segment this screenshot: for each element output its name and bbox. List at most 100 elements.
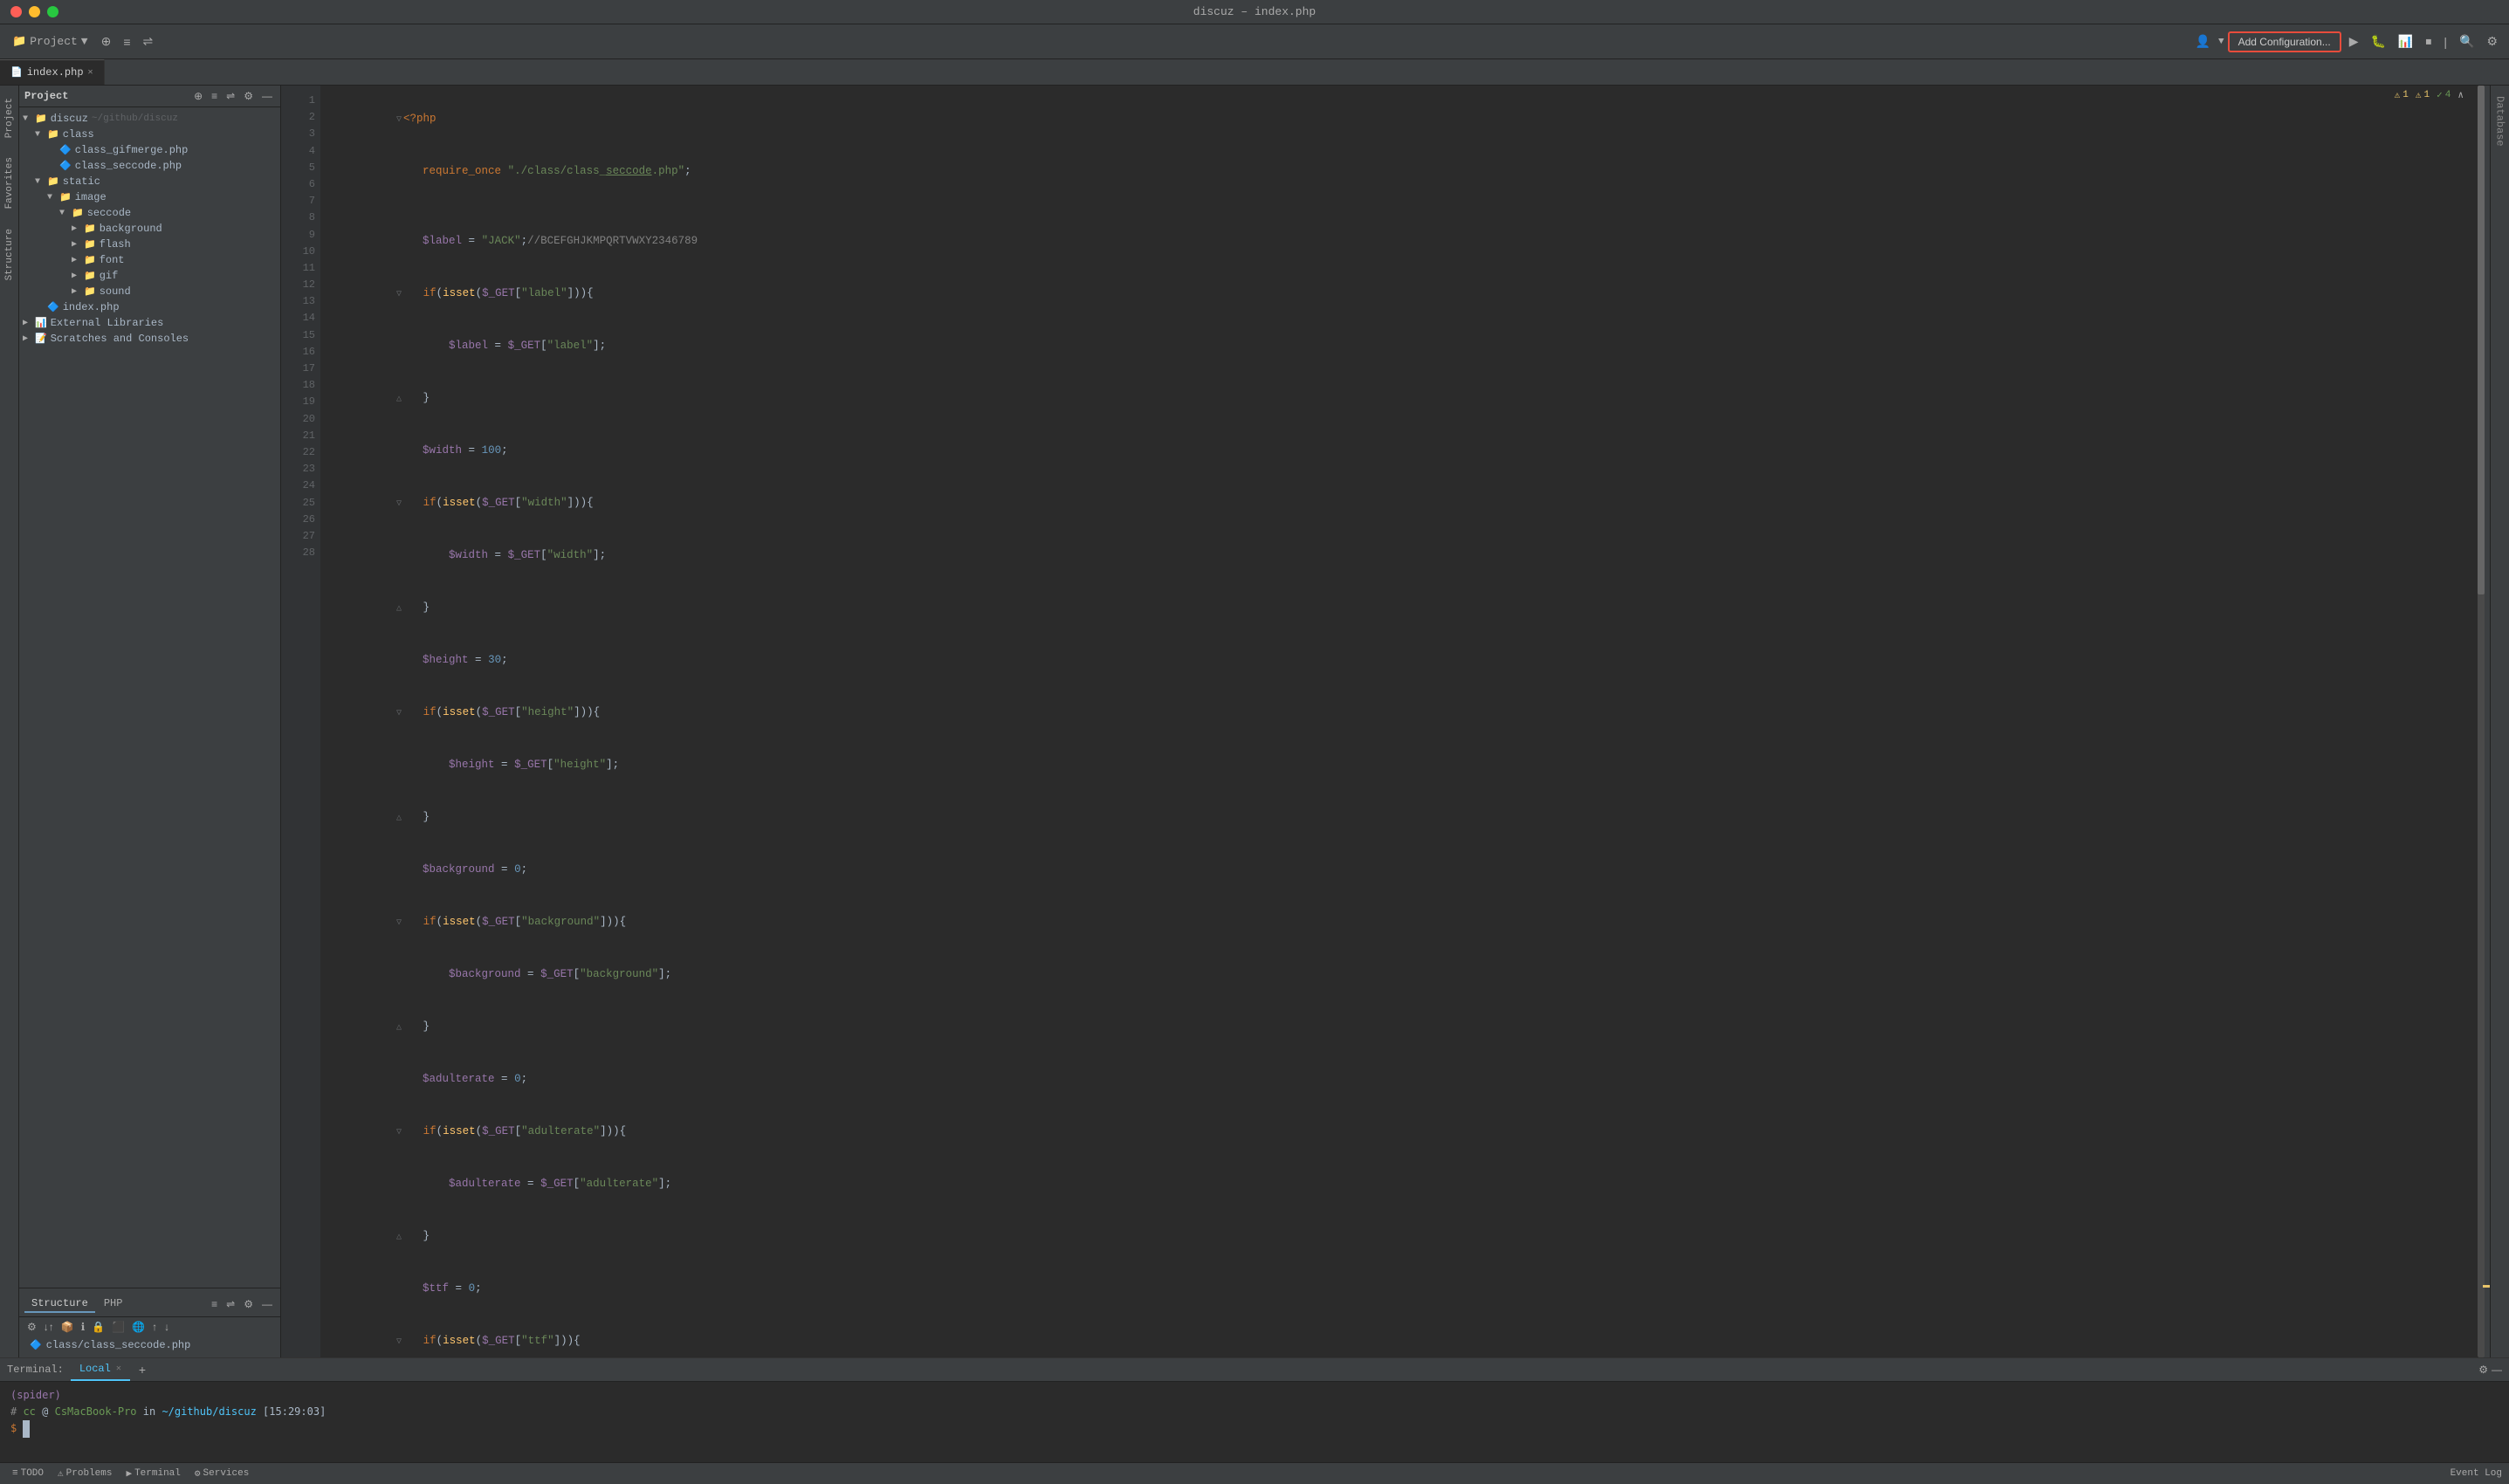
new-terminal-tab-button[interactable]: + bbox=[134, 1361, 151, 1378]
fold-btn-19[interactable]: △ bbox=[396, 1023, 402, 1033]
tree-scratches[interactable]: ▶ 📝 Scratches and Consoles bbox=[19, 331, 280, 347]
project-dropdown[interactable]: 📁 Project ▼ bbox=[7, 33, 93, 50]
run-arrow-icon[interactable]: ▶ bbox=[2345, 31, 2363, 52]
settings-icon[interactable]: ⚙ bbox=[241, 89, 256, 103]
struct-icon-6[interactable]: ⬛ bbox=[109, 1319, 127, 1335]
debug-icon[interactable]: 🐛 bbox=[2366, 31, 2389, 52]
window-title: discuz – index.php bbox=[1193, 5, 1316, 18]
structure-file-item[interactable]: 🔷 class/class_seccode.php bbox=[19, 1336, 280, 1354]
minimize-panel-icon[interactable]: — bbox=[259, 89, 275, 103]
event-log-button[interactable]: Event Log bbox=[2451, 1468, 2502, 1479]
expand-all-icon[interactable]: ⇌ bbox=[223, 89, 237, 103]
scrollbar-track[interactable] bbox=[2478, 86, 2485, 1357]
struct-icon-4[interactable]: ℹ bbox=[79, 1319, 88, 1335]
terminal-content[interactable]: (spider) # cc @ CsMacBook-Pro in ~/githu… bbox=[0, 1382, 2509, 1462]
tree-folder-gif[interactable]: ▶ 📁 gif bbox=[19, 268, 280, 284]
tab-structure[interactable]: Structure bbox=[24, 1295, 95, 1313]
tree-folder-seccode[interactable]: ▼ 📁 seccode bbox=[19, 205, 280, 221]
struct-icon-3[interactable]: 📦 bbox=[58, 1319, 77, 1335]
tree-folder-background[interactable]: ▶ 📁 background bbox=[19, 221, 280, 237]
tree-root-discuz[interactable]: ▼ 📁 discuz ~/github/discuz bbox=[19, 111, 280, 127]
code-line-5: ▽ if(isset($_GET["label"])){ bbox=[331, 267, 2478, 319]
tree-external-libraries[interactable]: ▶ 📊 External Libraries bbox=[19, 315, 280, 331]
fold-btn-13[interactable]: ▽ bbox=[396, 709, 402, 718]
left-tab-favorites[interactable]: Favorites bbox=[3, 148, 17, 217]
event-log-label: Event Log bbox=[2451, 1468, 2502, 1479]
warning-badge-1[interactable]: ⚠ 1 bbox=[2395, 89, 2409, 101]
collapse-icon[interactable]: ∧ bbox=[2457, 89, 2464, 101]
scrollbar-thumb[interactable] bbox=[2478, 86, 2485, 594]
add-configuration-button[interactable]: Add Configuration... bbox=[2228, 31, 2341, 52]
tab-close-icon[interactable]: ✕ bbox=[88, 67, 93, 78]
minimize-button[interactable] bbox=[29, 6, 40, 17]
tab-php[interactable]: PHP bbox=[97, 1295, 130, 1313]
struct-icon-8[interactable]: ↑ bbox=[149, 1319, 160, 1335]
run-profile-dropdown[interactable]: ▼ bbox=[2218, 37, 2224, 47]
services-label: Services bbox=[203, 1468, 250, 1479]
warning-badge-2[interactable]: ⚠ 1 bbox=[2416, 89, 2430, 101]
tree-file-seccode[interactable]: 🔷 class_seccode.php bbox=[19, 158, 280, 174]
struct-icon-9[interactable]: ↓ bbox=[162, 1319, 172, 1335]
status-services[interactable]: ⚙ Services bbox=[189, 1467, 254, 1480]
status-todo[interactable]: ≡ TODO bbox=[7, 1468, 49, 1479]
fold-btn-25[interactable]: ▽ bbox=[396, 1337, 402, 1347]
maximize-button[interactable] bbox=[47, 6, 58, 17]
new-file-icon[interactable]: ⊕ bbox=[191, 89, 205, 103]
struct-icon-7[interactable]: 🌐 bbox=[129, 1319, 148, 1335]
navigate-forward-icon[interactable]: ≡ bbox=[119, 32, 134, 52]
tab-label: index.php bbox=[27, 66, 84, 79]
left-tab-structure[interactable]: Structure bbox=[3, 220, 17, 289]
navigate-back-icon[interactable]: ⊕ bbox=[97, 31, 116, 52]
tree-file-gifmerge[interactable]: 🔷 class_gifmerge.php bbox=[19, 142, 280, 158]
left-tab-project[interactable]: Project bbox=[3, 89, 17, 147]
fold-btn-15[interactable]: △ bbox=[396, 814, 402, 823]
structure-filter-icon[interactable]: ⇌ bbox=[223, 1297, 237, 1311]
struct-icon-1[interactable]: ⚙ bbox=[24, 1319, 39, 1335]
right-tab-database[interactable]: Database bbox=[2494, 93, 2506, 150]
user-icon[interactable]: 👤 bbox=[2191, 31, 2215, 52]
line-num-2: 2 bbox=[286, 109, 315, 126]
right-gutter bbox=[2478, 86, 2490, 1357]
tree-folder-flash[interactable]: ▶ 📁 flash bbox=[19, 237, 280, 252]
terminal-settings-icon[interactable]: ⚙ bbox=[2478, 1364, 2488, 1376]
vcs-icon[interactable]: ⚙ bbox=[2482, 31, 2502, 52]
status-problems[interactable]: ⚠ Problems bbox=[52, 1467, 117, 1480]
tree-folder-sound[interactable]: ▶ 📁 sound bbox=[19, 284, 280, 299]
recent-files-icon[interactable]: ⇌ bbox=[139, 31, 158, 52]
fold-btn-21[interactable]: ▽ bbox=[396, 1128, 402, 1137]
search-icon[interactable]: 🔍 bbox=[2455, 31, 2478, 52]
stop-icon[interactable]: ⏹ bbox=[2421, 31, 2436, 52]
structure-sort-icon[interactable]: ≡ bbox=[209, 1297, 220, 1311]
fold-btn-23[interactable]: △ bbox=[396, 1233, 402, 1242]
run-with-coverage-icon[interactable]: 📊 bbox=[2394, 31, 2417, 52]
fold-btn-7[interactable]: △ bbox=[396, 395, 402, 404]
fold-btn-11[interactable]: △ bbox=[396, 604, 402, 614]
terminal-tab-local[interactable]: Local ✕ bbox=[71, 1358, 130, 1381]
fold-btn-1[interactable]: ▽ bbox=[396, 115, 402, 125]
close-button[interactable] bbox=[10, 6, 22, 17]
struct-icon-5[interactable]: 🔒 bbox=[89, 1319, 107, 1335]
tree-folder-static[interactable]: ▼ 📁 static bbox=[19, 174, 280, 189]
code-line-12: $height = 30; bbox=[331, 634, 2478, 686]
tree-folder-font[interactable]: ▶ 📁 font bbox=[19, 252, 280, 268]
status-terminal[interactable]: ▶ Terminal bbox=[120, 1467, 185, 1480]
ok-badge[interactable]: ✓ 4 bbox=[2437, 89, 2451, 101]
struct-icon-2[interactable]: ↓↑ bbox=[41, 1319, 57, 1335]
fold-btn-9[interactable]: ▽ bbox=[396, 499, 402, 509]
tree-folder-image-label: image bbox=[75, 191, 107, 203]
structure-minimize-icon[interactable]: — bbox=[259, 1297, 275, 1311]
code-editor[interactable]: ▽<?php require_once "./class/class_secco… bbox=[320, 86, 2478, 1357]
tree-folder-image[interactable]: ▼ 📁 image bbox=[19, 189, 280, 205]
tab-index-php[interactable]: 📄 index.php ✕ bbox=[0, 59, 105, 85]
collapse-all-icon[interactable]: ≡ bbox=[209, 89, 220, 103]
terminal-line-1: (spider) bbox=[10, 1387, 2499, 1404]
terminal-minimize-icon[interactable]: — bbox=[2492, 1364, 2502, 1376]
tree-folder-class[interactable]: ▼ 📁 class bbox=[19, 127, 280, 142]
structure-settings-icon[interactable]: ⚙ bbox=[241, 1297, 256, 1311]
fold-btn-17[interactable]: ▽ bbox=[396, 918, 402, 928]
tree-file-index-php[interactable]: 🔷 index.php bbox=[19, 299, 280, 315]
fold-btn-5[interactable]: ▽ bbox=[396, 290, 402, 299]
line-num-8: 8 bbox=[286, 210, 315, 226]
terminal-tab-close-icon[interactable]: ✕ bbox=[116, 1364, 121, 1374]
terminal-status-label: Terminal bbox=[134, 1468, 181, 1479]
